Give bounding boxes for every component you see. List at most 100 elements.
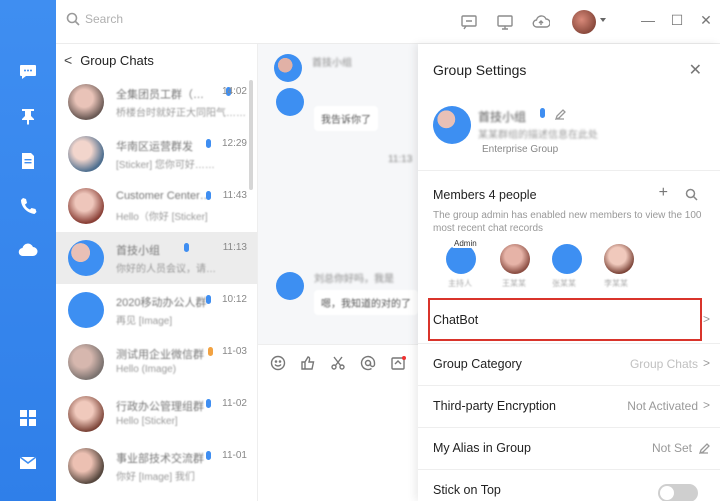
search-placeholder[interactable]: Search: [85, 12, 123, 26]
phone-icon[interactable]: [16, 194, 40, 218]
stick-on-top-label: Stick on Top: [433, 483, 501, 497]
enterprise-badge-icon: [206, 295, 211, 304]
member-name: 王某某: [502, 279, 526, 288]
screen-share-icon[interactable]: [496, 13, 514, 31]
members-title: Members 4 people: [433, 188, 537, 202]
chat-time: 11-02: [222, 398, 247, 409]
chat-name: 测试用企业微信群: [116, 349, 204, 361]
chat-preview: Hello（你好 [Sticker]: [116, 212, 208, 223]
chat-list-item[interactable]: 全集团员工群（… 14:02 桥楼台时就好正大同阳气……: [56, 76, 257, 128]
group-category-label: Group Category: [433, 357, 522, 371]
chat-list-item[interactable]: 2020移动办公人群 10:12 再见 [Image]: [56, 284, 257, 336]
chat-list-item[interactable]: Customer Center… 11:43 Hello（你好 [Sticker]: [56, 180, 257, 232]
list-header: < Group Chats: [56, 44, 257, 76]
group-category-value: Group Chats: [629, 357, 698, 371]
mail-icon[interactable]: [16, 451, 40, 475]
search-icon: [66, 12, 80, 26]
cloud-icon[interactable]: [16, 238, 40, 262]
chat-time: 11-03: [222, 346, 247, 357]
group-description: 某某群组的描述信息在此处: [478, 130, 598, 141]
chat-name: 事业部技术交流群: [116, 453, 204, 465]
chat-list-item[interactable]: 事业部技术交流群 11-01 你好 [Image] 我们: [56, 440, 257, 492]
chat-name: Customer Center…: [116, 190, 211, 202]
chat-name: 首技小组: [116, 245, 160, 257]
alias-label: My Alias in Group: [433, 441, 531, 455]
chat-avatar: [68, 188, 104, 224]
edit-name-icon[interactable]: [554, 108, 566, 126]
close-window-button[interactable]: ✕: [698, 12, 714, 29]
search-box[interactable]: Search: [66, 12, 123, 26]
close-icon[interactable]: ✕: [689, 60, 702, 80]
enterprise-badge-icon: [540, 108, 545, 118]
chat-name: 行政办公管理组群: [116, 401, 204, 413]
messages-icon[interactable]: [16, 60, 40, 84]
chatbot-highlight: [428, 298, 702, 341]
member-avatar[interactable]: [552, 244, 582, 274]
chat-time: 14:02: [221, 86, 247, 97]
wecom-window: Search — ☐ ✕ < Group Chats 全集团员工群（… 14:02…: [0, 0, 720, 501]
like-icon[interactable]: [300, 355, 316, 371]
enterprise-badge-icon: [206, 191, 211, 200]
sender-name: 刘总你好吗，我是: [314, 274, 394, 285]
encryption-row[interactable]: Third-party Encryption Not Activated >: [418, 385, 720, 427]
chat-list-item[interactable]: 首技小组 11:13 你好的人员会议，请…: [56, 232, 257, 284]
group-type-label: Enterprise Group: [482, 144, 559, 155]
docs-icon[interactable]: [16, 149, 40, 173]
chat-avatar: [68, 136, 104, 172]
minimize-button[interactable]: —: [640, 12, 656, 28]
chat-time: 11:43: [222, 190, 247, 201]
maximize-button[interactable]: ☐: [669, 12, 685, 29]
edit-alias-icon[interactable]: [698, 442, 710, 460]
chat-preview: [Sticker] 您你可好……: [116, 160, 215, 171]
enterprise-badge-icon: [206, 399, 211, 408]
alias-row[interactable]: My Alias in Group Not Set: [418, 427, 720, 469]
member-name: 主持人: [448, 279, 472, 288]
user-avatar[interactable]: [572, 10, 596, 34]
group-name: 首技小组: [478, 110, 527, 124]
member-avatar[interactable]: [446, 244, 476, 274]
chat-preview: 再见 [Image]: [116, 316, 173, 327]
chat-time: 10:12: [221, 294, 247, 305]
sender-avatar[interactable]: [274, 54, 302, 82]
group-settings-panel: Group Settings ✕ 首技小组 某某群组的描述信息在此处 Enter…: [418, 44, 720, 501]
sender-avatar[interactable]: [276, 272, 304, 300]
sender-name: 首技小组: [312, 58, 352, 69]
list-scrollbar[interactable]: [249, 80, 253, 190]
list-title: Group Chats: [80, 52, 154, 68]
member-avatar[interactable]: [500, 244, 530, 274]
message-input-area[interactable]: [258, 344, 418, 501]
chevron-right-icon: >: [702, 356, 710, 370]
mention-icon[interactable]: [360, 355, 376, 371]
chat-preview: 桥楼台时就好正大同阳气……: [116, 108, 246, 119]
chat-avatar: [68, 344, 104, 380]
member-avatar[interactable]: [604, 244, 634, 274]
search-members-icon[interactable]: [685, 188, 698, 206]
encryption-label: Third-party Encryption: [433, 399, 556, 413]
cloud-upload-icon[interactable]: [532, 13, 551, 31]
chat-list-item[interactable]: 测试用企业微信群 11-03 Hello (Image): [56, 336, 257, 388]
nav-rail: [0, 0, 56, 501]
message-bubble[interactable]: 我告诉你了: [314, 106, 378, 131]
chat-list-item[interactable]: 华南区运营群发 12:29 [Sticker] 您你可好……: [56, 128, 257, 180]
chat-list-item[interactable]: 行政办公管理组群 11-02 Hello [Sticker]: [56, 388, 257, 440]
send-file-icon[interactable]: [390, 355, 406, 371]
group-category-row[interactable]: Group Category Group Chats >: [418, 343, 720, 385]
enterprise-badge-icon: [206, 139, 211, 148]
back-arrow-icon[interactable]: <: [64, 52, 72, 68]
chat-avatar: [68, 84, 104, 120]
stick-on-top-toggle[interactable]: [658, 484, 698, 501]
add-member-icon[interactable]: +: [659, 184, 668, 202]
member-name: 李某某: [604, 279, 628, 288]
feedback-icon[interactable]: [460, 13, 478, 31]
workbench-grid-icon[interactable]: [16, 406, 40, 430]
chevron-down-icon[interactable]: [600, 18, 606, 22]
chat-avatar: [68, 448, 104, 484]
admin-badge: Admin: [452, 239, 479, 248]
message-bubble[interactable]: 嗯，我知道的对的了: [314, 290, 418, 315]
group-avatar[interactable]: [433, 106, 471, 144]
scissors-icon[interactable]: [330, 355, 346, 371]
pin-icon[interactable]: [16, 104, 40, 128]
chat-preview: 你好 [Image] 我们: [116, 472, 195, 483]
sender-avatar[interactable]: [276, 88, 304, 116]
emoji-icon[interactable]: [270, 355, 286, 371]
